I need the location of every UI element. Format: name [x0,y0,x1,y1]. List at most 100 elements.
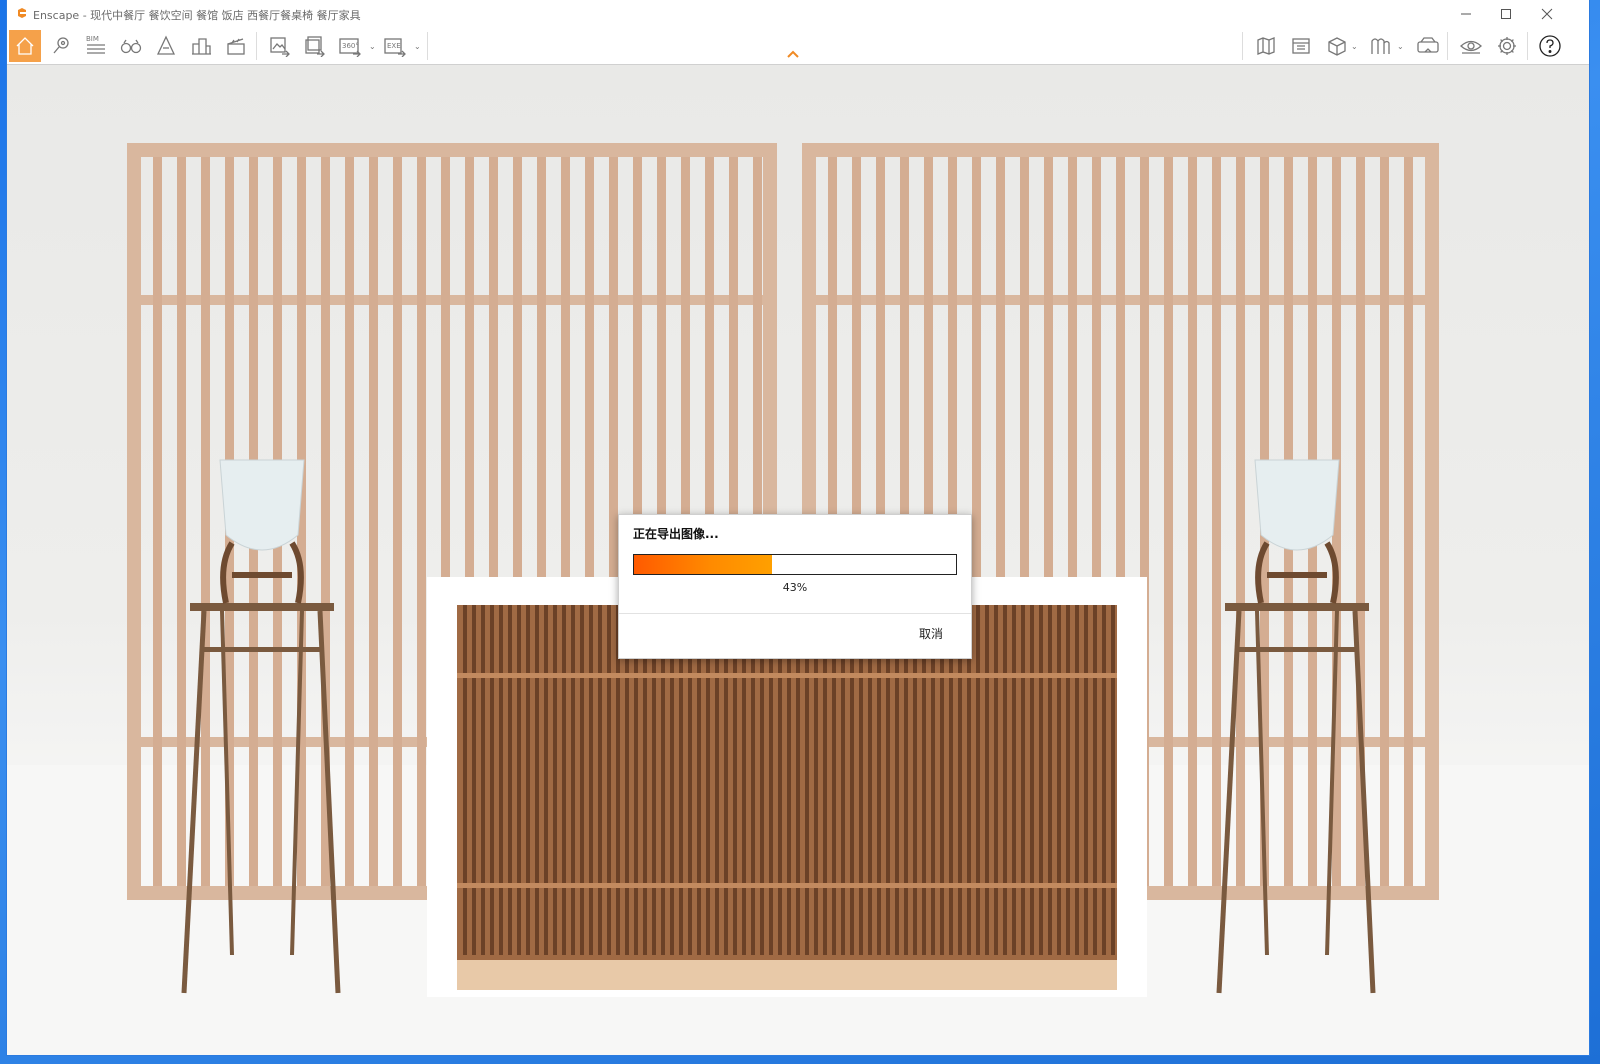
map-button[interactable] [1250,30,1282,62]
cube-dropdown-icon[interactable]: ⌄ [1351,42,1358,51]
right-screen-right-post [1425,143,1439,900]
right-screen-slat [1236,157,1245,886]
cabinet-slat [571,605,575,955]
cabinet-slat [985,605,989,955]
help-button[interactable] [1534,30,1566,62]
cabinet-slat [526,605,530,955]
home-icon [16,37,34,55]
binoculars-button[interactable] [115,30,147,62]
render-image-button[interactable] [263,30,295,62]
cabinet-slat [499,605,503,955]
bim-button[interactable]: BIM [80,30,112,62]
left-screen-slat [153,157,162,886]
left-screen-slat [393,157,402,886]
left-stand-vase [219,459,305,551]
export-exe-button[interactable]: EXE [379,30,411,62]
title-bar: Enscape - 现代中餐厅 餐饮空间 餐馆 饭店 西餐厅餐桌椅 餐厅家具 [7,0,1589,28]
maximize-button[interactable] [1486,0,1526,28]
cabinet-slat [553,605,557,955]
home-button[interactable] [9,30,41,62]
right-screen-slat [1188,157,1197,886]
render-image-icon [270,37,290,57]
cabinet-rail [457,673,1117,678]
right-screen-slat [1380,157,1389,886]
minimize-button[interactable] [1446,0,1486,28]
progress-percent: 43% [782,581,808,594]
export-progress-dialog: 正在导出图像... 43% 取消 [618,514,972,659]
visibility-button[interactable] [1455,30,1487,62]
left-screen-left-post [127,143,141,900]
panorama-button[interactable]: 360° [334,30,366,62]
enscape-logo-icon [18,8,26,18]
left-screen-slat [369,157,378,886]
close-icon [1541,8,1553,20]
right-stand-top [1225,603,1369,611]
cabinet-slat [481,605,485,955]
cabinet-slat [562,605,566,955]
vr-headset-icon [1417,37,1439,53]
right-screen-slat [1212,157,1221,886]
location-pin-icon [53,37,69,54]
cabinet-slat [1084,605,1088,955]
toolbar-divider [256,32,257,60]
minimize-icon [1461,13,1471,15]
cabinet-slat [1093,605,1097,955]
right-stand-shelf [1237,647,1357,652]
cabinet-slat [1048,605,1052,955]
cabinet-slat [1030,605,1034,955]
city-button[interactable] [185,30,217,62]
cabinet-slat [1102,605,1106,955]
dialog-divider [619,613,971,614]
help-icon [1539,35,1561,57]
cabinet-slat [994,605,998,955]
left-stand-vase-holder [220,541,304,604]
cabinet-slat [544,605,548,955]
settings-gear-icon [1498,37,1516,55]
left-screen-slat [201,157,210,886]
toolbar-divider [1242,32,1243,60]
cabinet-slat [1111,605,1115,955]
panorama-label: 360° [342,42,359,50]
map-icon [1257,37,1275,55]
asset-library-button[interactable] [1364,30,1396,62]
toolbar-divider [427,32,428,60]
render-viewport[interactable]: 正在导出图像... 43% 取消 [7,65,1589,1055]
cabinet-slat [1003,605,1007,955]
cabinet-slat [472,605,476,955]
settings-button[interactable] [1491,30,1523,62]
export-dropdown-icon[interactable]: ⌄ [414,42,421,51]
cabinet-slat [1066,605,1070,955]
toolbar-divider [1527,32,1528,60]
panorama-dropdown-icon[interactable]: ⌄ [369,42,376,51]
close-button[interactable] [1527,0,1567,28]
counter-base [457,960,1117,990]
bim-icon: BIM [86,35,105,54]
cube-view-button[interactable] [1321,30,1353,62]
window-title: Enscape - 现代中餐厅 餐饮空间 餐馆 饭店 西餐厅餐桌椅 餐厅家具 [33,9,361,22]
right-screen-slat [1164,157,1173,886]
asset-dropdown-icon[interactable]: ⌄ [1397,42,1404,51]
maximize-icon [1501,9,1511,19]
collapse-toolbar-icon[interactable] [786,49,800,59]
left-stand-shelf [202,647,322,652]
cabinet-slat [1021,605,1025,955]
views-button[interactable] [45,30,77,62]
visibility-icon [1460,40,1482,54]
clapboard-icon [227,38,245,55]
dialog-title: 正在导出图像... [633,527,719,541]
cabinet-slat [1057,605,1061,955]
cabinet-rail [457,883,1117,888]
vr-headset-button[interactable] [1412,30,1444,62]
left-screen-slat [177,157,186,886]
cabinet-slat [598,605,602,955]
video-editor-button[interactable] [220,30,252,62]
binoculars-icon [120,39,142,54]
atmosphere-button[interactable] [150,30,182,62]
cancel-button[interactable]: 取消 [919,625,943,642]
cabinet-slat [607,605,611,955]
materials-icon [1292,38,1310,54]
materials-button[interactable] [1285,30,1317,62]
cabinet-slat [1012,605,1016,955]
main-toolbar: BIM 360° ⌄ EXE ⌄ ⌄ ⌄ [7,28,1589,65]
batch-render-button[interactable] [298,30,330,62]
